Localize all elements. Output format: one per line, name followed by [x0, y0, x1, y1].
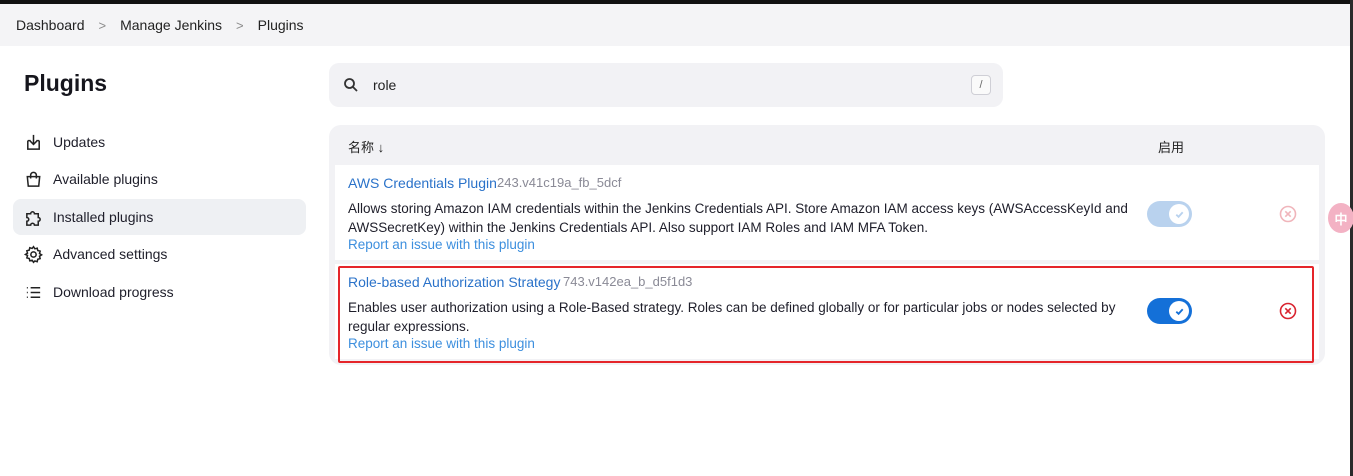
- report-issue-link[interactable]: Report an issue with this plugin: [348, 237, 535, 252]
- check-icon: [1169, 204, 1189, 224]
- sidebar-item-label: Available plugins: [53, 171, 158, 187]
- plugin-version: 243.v41c19a_fb_5dcf: [497, 175, 622, 190]
- column-header-enabled: 启用: [1158, 140, 1185, 155]
- page-title: Plugins: [24, 70, 108, 96]
- column-header-name[interactable]: 名称 ↓: [348, 137, 384, 156]
- sidebar-item-installed-plugins[interactable]: Installed plugins: [13, 199, 306, 235]
- breadcrumb: Dashboard > Manage Jenkins > Plugins: [0, 4, 1350, 46]
- breadcrumb-separator-icon: >: [236, 17, 244, 33]
- uninstall-x-circle-icon[interactable]: [1279, 205, 1297, 223]
- breadcrumb-plugins[interactable]: Plugins: [258, 17, 304, 33]
- list-icon: [23, 282, 43, 302]
- sidebar-item-label: Updates: [53, 134, 106, 150]
- sidebar-item-label: Advanced settings: [53, 246, 168, 262]
- sidebar-item-advanced-settings[interactable]: Advanced settings: [13, 236, 306, 272]
- gear-icon: [23, 244, 43, 264]
- sidebar-item-label: Download progress: [53, 284, 174, 300]
- puzzle-icon: [23, 207, 43, 227]
- breadcrumb-separator-icon: >: [98, 17, 107, 33]
- download-icon: [23, 132, 43, 152]
- enable-toggle[interactable]: [1147, 201, 1192, 227]
- breadcrumb-dashboard[interactable]: Dashboard: [16, 17, 85, 33]
- search-icon: [343, 77, 359, 93]
- search-input[interactable]: role: [373, 77, 396, 93]
- shopping-bag-icon: [23, 169, 43, 189]
- sidebar-item-available-plugins[interactable]: Available plugins: [13, 161, 306, 197]
- plugin-description: Allows storing Amazon IAM credentials wi…: [348, 201, 1128, 235]
- table-row: AWS Credentials Plugin 243.v41c19a_fb_5d…: [335, 165, 1319, 260]
- sidebar-item-label: Installed plugins: [53, 209, 154, 225]
- sidebar-item-download-progress[interactable]: Download progress: [13, 274, 306, 310]
- annotation-highlight-box: [338, 266, 1314, 363]
- sidebar-item-updates[interactable]: Updates: [13, 124, 306, 160]
- plugin-name-link[interactable]: AWS Credentials Plugin: [348, 175, 497, 191]
- search-shortcut-key: /: [971, 75, 991, 95]
- breadcrumb-manage-jenkins[interactable]: Manage Jenkins: [120, 17, 222, 33]
- search-bar[interactable]: role /: [329, 63, 1003, 107]
- floating-ime-bubble[interactable]: 中: [1328, 203, 1353, 233]
